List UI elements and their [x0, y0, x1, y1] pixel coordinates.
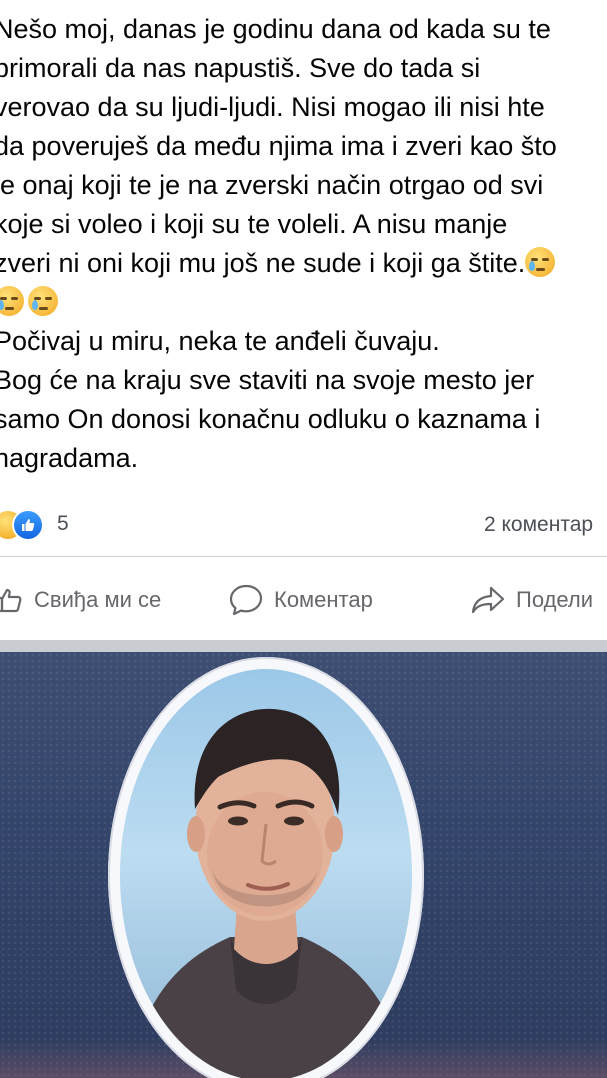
memorial-portrait-image — [120, 669, 412, 1078]
comment-label: Коментар — [274, 587, 373, 612]
action-bar: Свиђа ми се Коментар Подели — [0, 575, 607, 625]
post-line: verovao da su ljudi-ljudi. Nisi mogao il… — [0, 92, 545, 122]
feed-separator — [0, 640, 607, 652]
comment-count[interactable]: 2 коментар — [484, 513, 593, 537]
like-reaction-icon — [12, 509, 44, 541]
post-line-with-emoji: zveri ni oni koji mu još ne sude i koji … — [0, 244, 607, 283]
reactions-bar[interactable]: 5 2 коментар — [0, 508, 607, 542]
post-line: Počivaj u miru, neka te anđeli čuvaju. — [0, 326, 440, 356]
comment-button[interactable]: Коментар — [228, 575, 373, 625]
post-line: samo On donosi konačnu odluku o kaznama … — [0, 404, 541, 434]
like-button[interactable]: Свиђа ми се — [0, 575, 161, 625]
crying-face-icon — [525, 247, 556, 277]
oval-photo-frame — [108, 657, 424, 1078]
post-line: Bog će na kraju sve staviti na svoje mes… — [0, 365, 535, 395]
crying-face-icon — [0, 286, 24, 316]
post-line: koje si voleo i koji su te voleli. A nis… — [0, 209, 508, 239]
post-line: primorali da nas napustiš. Sve do tada s… — [0, 53, 481, 83]
post-line: je onaj koji te je na zverski način otrg… — [0, 170, 544, 200]
share-arrow-icon — [470, 584, 506, 616]
share-label: Подели — [516, 587, 594, 612]
post-text: Nešo moj, danas je godinu dana od kada s… — [0, 10, 607, 478]
speech-bubble-icon — [228, 583, 264, 617]
share-button[interactable]: Подели — [470, 575, 593, 625]
post-line: Nešo moj, danas je godinu dana od kada s… — [0, 14, 551, 44]
thumbs-up-icon — [0, 585, 24, 615]
divider — [0, 556, 607, 557]
reaction-count[interactable]: 5 — [57, 512, 69, 536]
emoji-line — [0, 283, 607, 322]
post-line: nagradama. — [0, 443, 139, 473]
crying-face-icon — [28, 286, 58, 316]
like-label: Свиђа ми се — [34, 587, 162, 612]
post-line: da poveruješ da među njima ima i zveri k… — [0, 131, 557, 161]
post-photo[interactable] — [0, 652, 607, 1078]
